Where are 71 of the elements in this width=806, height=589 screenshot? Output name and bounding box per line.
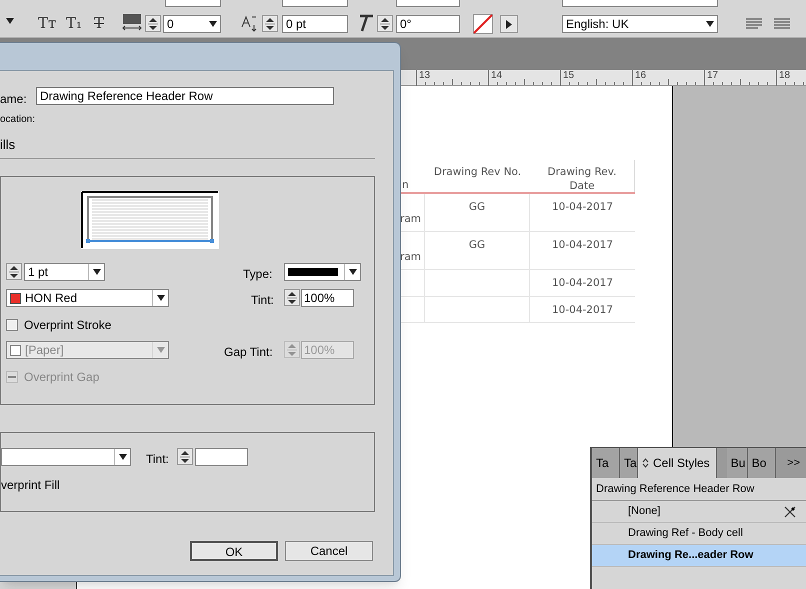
cell-preview-drawing[interactable] [81, 191, 219, 249]
caret-icon [152, 290, 168, 306]
spinner-icon[interactable] [145, 15, 161, 32]
field-label: Tint: [146, 451, 169, 468]
spinner-icon[interactable] [6, 263, 22, 280]
table-cell: ram [400, 213, 421, 225]
caret-icon [152, 342, 168, 358]
column-header: Drawing Rev No. [434, 165, 522, 179]
spinner-icon[interactable] [262, 15, 278, 32]
dropdown-field[interactable] [282, 0, 348, 7]
field-label: ocation: [0, 113, 36, 127]
ok-button[interactable]: OK [190, 541, 278, 561]
justify-all-icon[interactable] [774, 18, 790, 30]
caret-icon [114, 449, 130, 465]
spinner-icon[interactable] [284, 289, 300, 306]
subscript-button[interactable]: T₁ [64, 12, 84, 32]
checkbox[interactable]: Overprint Stroke [6, 316, 112, 334]
small-caps-button[interactable]: Tт [36, 12, 58, 32]
kerning-icon [122, 12, 142, 32]
panel-overflow-button[interactable]: >> [787, 448, 800, 478]
caret-icon [706, 21, 714, 27]
panel-tab[interactable]: Ta [592, 448, 620, 478]
table-cell: 10-04-2017 [552, 239, 614, 251]
justify-icon[interactable] [746, 18, 762, 30]
table-cell: GG [468, 239, 486, 251]
panel-tab[interactable]: Cell Styles [638, 448, 717, 478]
column-header: Drawing Rev. Date [546, 165, 618, 193]
checkbox-label: verprint Fill [1, 477, 60, 494]
field-label: Tint: [251, 292, 274, 309]
table-cell: 10-04-2017 [552, 277, 614, 289]
color-swatch [10, 344, 21, 356]
table-cell: ram [400, 251, 421, 263]
caret-icon [209, 21, 217, 27]
tint-field[interactable] [195, 448, 248, 466]
tracking-field[interactable]: 0 [163, 15, 221, 33]
dropdown-field[interactable] [396, 0, 460, 7]
name-field[interactable]: Drawing Reference Header Row [36, 87, 334, 105]
stroke-color-dropdown[interactable]: HON Red [6, 289, 169, 307]
panel-tab[interactable]: Bo [748, 448, 776, 478]
table-cell: 10-04-2017 [552, 201, 614, 213]
panel-tab[interactable]: Bu [726, 448, 748, 478]
stroke-type-dropdown[interactable] [284, 263, 361, 281]
field-label: ame: [0, 91, 27, 108]
tint-field[interactable]: 100% [301, 289, 354, 307]
dropdown-field[interactable] [562, 0, 718, 7]
baseline-shift-field[interactable]: 0 pt [282, 15, 348, 33]
style-list-item[interactable]: Drawing Re...eader Row [592, 545, 806, 567]
style-list-item[interactable]: [None] [592, 501, 806, 523]
fill-color-dropdown[interactable] [1, 448, 131, 466]
caret-icon[interactable] [6, 18, 14, 24]
cancel-button[interactable]: Cancel [285, 541, 373, 561]
table-cell: 10-04-2017 [552, 304, 614, 316]
stroke-weight-dropdown[interactable]: 1 pt [24, 263, 105, 281]
caret-icon [344, 264, 360, 280]
field-label: Type: [243, 266, 272, 283]
current-style-label: Drawing Reference Header Row [592, 478, 806, 501]
table-cell: GG [468, 201, 486, 213]
sort-icon [642, 458, 649, 468]
dropdown-field[interactable] [165, 0, 221, 7]
eyedropper-icon [784, 506, 796, 518]
spinner-icon[interactable] [177, 448, 193, 465]
caret-icon [88, 264, 104, 280]
column-header: n [402, 178, 409, 192]
section-title: ills [0, 136, 16, 154]
skew-field[interactable]: 0° [396, 15, 460, 33]
no-stroke-swatch-icon[interactable] [473, 14, 493, 34]
spinner-icon[interactable] [377, 15, 393, 32]
strikethrough-button[interactable]: T [92, 12, 106, 32]
field-label: Gap Tint: [224, 344, 273, 361]
language-dropdown[interactable]: English: UK [562, 15, 718, 33]
panel-tab[interactable]: Ta [620, 448, 638, 478]
